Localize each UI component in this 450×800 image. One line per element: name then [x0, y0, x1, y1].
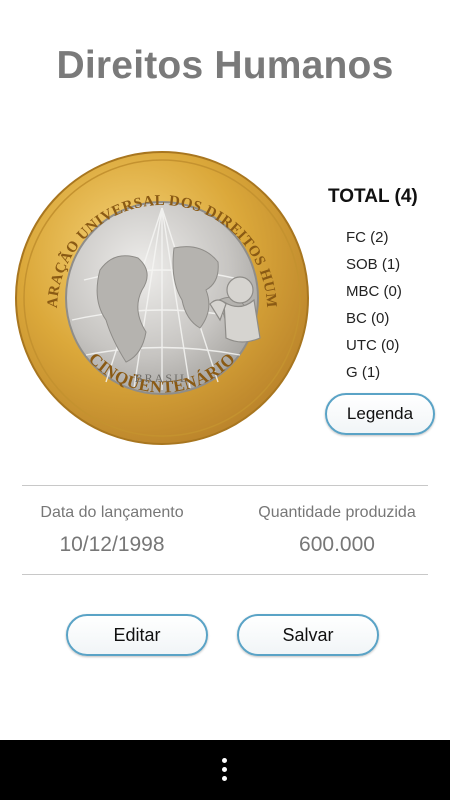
quantity-value: 600.000: [299, 533, 375, 556]
count-mbc: MBC (0): [346, 283, 402, 300]
grade-count-list: FC (2) SOB (1) MBC (0) BC (0) UTC (0) G …: [346, 228, 402, 390]
save-button[interactable]: Salvar: [237, 614, 379, 656]
quantity-label: Quantidade produzida: [258, 504, 416, 521]
bottom-divider: [22, 574, 428, 575]
launch-date-label: Data do lançamento: [40, 504, 184, 521]
coin-country-text: BRASIL: [135, 371, 190, 385]
coin-image: DECLARAÇÃO UNIVERSAL DOS DIREITOS HUMANO…: [14, 150, 309, 445]
count-bc: BC (0): [346, 310, 390, 327]
count-sob: SOB (1): [346, 256, 401, 273]
legend-button[interactable]: Legenda: [325, 393, 435, 435]
count-utc: UTC (0): [346, 337, 400, 354]
top-divider: [22, 485, 428, 486]
count-g: G (1): [346, 364, 381, 381]
launch-date-value: 10/12/1998: [59, 533, 165, 556]
system-nav-bar: [0, 740, 450, 800]
edit-button[interactable]: Editar: [66, 614, 208, 656]
page-title: Direitos Humanos: [56, 44, 394, 87]
overflow-menu-icon[interactable]: [222, 758, 228, 782]
total-label: TOTAL (4): [328, 186, 418, 207]
count-fc: FC (2): [346, 229, 389, 246]
